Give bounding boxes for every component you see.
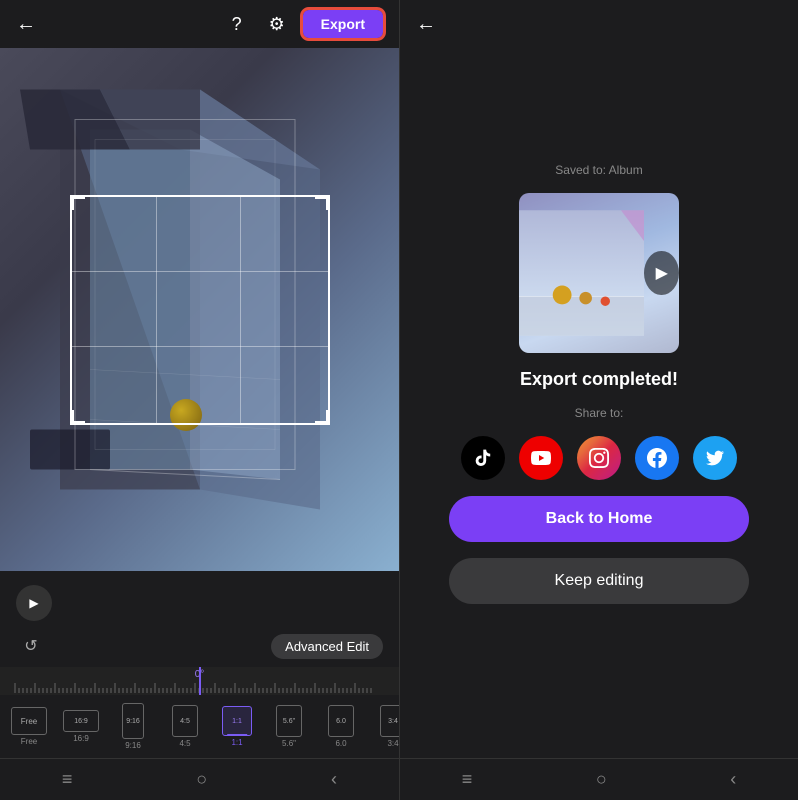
grid-line-v2 — [240, 197, 241, 423]
grid-line-h1 — [72, 271, 328, 272]
reset-button[interactable]: ↺ — [16, 631, 46, 661]
export-complete-content: Saved to: Album — [429, 8, 769, 758]
share-twitter-button[interactable] — [693, 436, 737, 480]
instagram-icon — [589, 448, 609, 468]
aspect-4-5-icon: 4:5 — [172, 705, 198, 737]
crop-frame — [70, 195, 330, 425]
left-panel: ← ? ⚙ Export — [0, 0, 399, 800]
share-facebook-button[interactable] — [635, 436, 679, 480]
aspect-16-9-label: 16:9 — [73, 734, 89, 743]
aspect-1-1-icon: 1:1 — [222, 706, 252, 736]
aspect-6-0-icon: 6.0 — [328, 705, 354, 737]
left-nav-back-icon[interactable]: ‹ — [331, 769, 337, 790]
right-bottom-nav: ≡ ○ ‹ — [400, 758, 798, 800]
aspect-9-16-label: 9:16 — [125, 741, 141, 750]
bottom-controls: ▶ ↺ Advanced Edit 0° (function() { var s… — [0, 571, 399, 800]
aspect-free[interactable]: Free Free — [6, 707, 52, 746]
aspect-1-1-label: 1:1 — [231, 738, 242, 747]
share-youtube-button[interactable] — [519, 436, 563, 480]
thumbnail-play-overlay[interactable]: ▶ — [644, 251, 679, 295]
left-nav-menu-icon[interactable]: ≡ — [62, 769, 73, 790]
aspect-free-label: Free — [21, 737, 37, 746]
video-background — [0, 48, 399, 571]
help-icon[interactable]: ? — [223, 10, 251, 38]
aspect-ratio-row: Free Free 16:9 16:9 9:16 9:16 4:5 4:5 1:… — [0, 695, 399, 758]
right-nav-back-icon[interactable]: ‹ — [730, 769, 736, 790]
saved-to-label: Saved to: Album — [555, 163, 642, 177]
right-panel: ← Saved to: Album — [400, 0, 798, 800]
aspect-9-16-icon: 9:16 — [122, 703, 144, 739]
aspect-9-16[interactable]: 9:16 9:16 — [110, 703, 156, 750]
right-nav-menu-icon[interactable]: ≡ — [462, 769, 473, 790]
export-completed-text: Export completed! — [520, 369, 678, 390]
aspect-free-icon: Free — [11, 707, 47, 735]
advanced-edit-row: ↺ Advanced Edit — [0, 627, 399, 667]
advanced-edit-button[interactable]: Advanced Edit — [271, 634, 383, 659]
share-instagram-button[interactable] — [577, 436, 621, 480]
top-bar-center: ? ⚙ Export — [223, 10, 383, 38]
playback-row: ▶ — [0, 579, 399, 627]
keep-editing-button[interactable]: Keep editing — [449, 558, 749, 604]
aspect-6-0[interactable]: 6.0 6.0 — [318, 705, 364, 748]
aspect-6-0-label: 6.0 — [335, 739, 346, 748]
grid-line-v1 — [156, 197, 157, 423]
grid-line-h2 — [72, 346, 328, 347]
video-preview — [0, 48, 399, 571]
tiktok-icon — [473, 448, 493, 468]
crop-corner-tl — [71, 196, 85, 210]
aspect-5-6-label: 5.6" — [282, 739, 296, 748]
share-icons-row — [461, 436, 737, 480]
youtube-icon — [531, 448, 551, 468]
facebook-icon — [647, 448, 667, 468]
video-thumbnail: ▶ — [519, 193, 679, 353]
back-to-home-button[interactable]: Back to Home — [449, 496, 749, 542]
settings-icon[interactable]: ⚙ — [263, 10, 291, 38]
share-to-label: Share to: — [575, 406, 624, 420]
aspect-1-1[interactable]: 1:1 1:1 — [214, 706, 260, 747]
aspect-5-6[interactable]: 5.6" 5.6" — [266, 705, 312, 748]
aspect-16-9[interactable]: 16:9 16:9 — [58, 710, 104, 743]
export-button[interactable]: Export — [303, 10, 383, 38]
play-button[interactable]: ▶ — [16, 585, 52, 621]
crop-corner-tr — [315, 196, 329, 210]
aspect-4-5[interactable]: 4:5 4:5 — [162, 705, 208, 748]
thumbnail-svg — [519, 193, 644, 353]
crop-corner-bl — [71, 410, 85, 424]
aspect-4-5-label: 4:5 — [179, 739, 190, 748]
twitter-icon — [706, 449, 724, 467]
top-bar: ← ? ⚙ Export — [0, 0, 399, 48]
aspect-3-4-label: 3:4 — [387, 739, 398, 748]
aspect-16-9-icon: 16:9 — [63, 710, 99, 732]
aspect-3-4[interactable]: 3:4 3:4 — [370, 705, 399, 748]
share-tiktok-button[interactable] — [461, 436, 505, 480]
right-nav-home-icon[interactable]: ○ — [596, 769, 607, 790]
back-arrow-icon[interactable]: ← — [16, 13, 36, 36]
crop-corner-br — [315, 410, 329, 424]
aspect-3-4-icon: 3:4 — [380, 705, 399, 737]
left-nav-home-icon[interactable]: ○ — [196, 769, 207, 790]
aspect-5-6-icon: 5.6" — [276, 705, 302, 737]
timeline-ruler[interactable]: 0° (function() { var svg = document.curr… — [0, 667, 399, 695]
ruler-center-line — [199, 667, 201, 695]
left-bottom-nav: ≡ ○ ‹ — [0, 758, 399, 800]
top-bar-left: ← — [16, 13, 36, 36]
